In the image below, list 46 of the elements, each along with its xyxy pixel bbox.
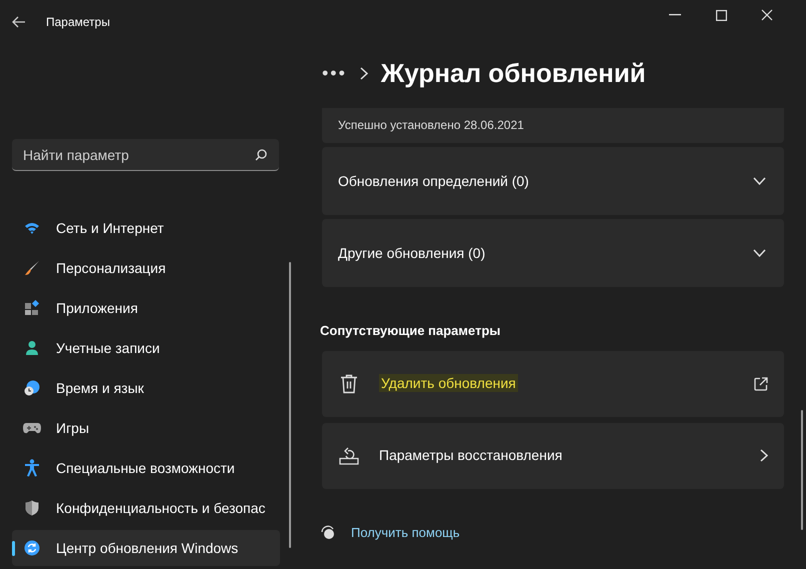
sidebar-item[interactable]: Приложения xyxy=(12,290,280,326)
link-label: Параметры восстановления xyxy=(379,446,562,462)
section-heading: Сопутствующие параметры xyxy=(320,322,502,340)
maximize-icon xyxy=(716,10,726,20)
expander-label: Обновления определений (0) xyxy=(338,172,530,191)
sidebar-item[interactable]: Игры xyxy=(12,410,280,446)
expander-card[interactable]: Обновления определений (0) xyxy=(322,147,784,215)
apps-icon xyxy=(24,300,40,316)
page-title: Журнал обновлений xyxy=(380,56,646,90)
sidebar-item[interactable]: Учетные записи xyxy=(12,330,280,366)
trash-icon xyxy=(340,374,358,394)
paintbrush-icon xyxy=(24,260,40,276)
accessibility-icon xyxy=(24,459,40,477)
close-icon xyxy=(761,9,773,21)
search-icon xyxy=(255,149,267,161)
help-link[interactable]: Получить помощь xyxy=(351,522,460,542)
expander-label: Другие обновления (0) xyxy=(338,244,486,263)
minimize-icon xyxy=(669,14,681,16)
expander-card[interactable]: Другие обновления (0) xyxy=(322,219,784,287)
chevron-icon xyxy=(760,449,768,462)
external-link-icon xyxy=(754,376,768,390)
more-button[interactable]: ••• xyxy=(322,60,347,86)
scrollbar[interactable] xyxy=(289,262,291,548)
sidebar-item[interactable]: Персонализация xyxy=(12,250,280,286)
globe-clock-icon xyxy=(24,380,40,396)
sidebar-item[interactable]: Специальные возможности xyxy=(12,450,280,486)
help-chat-icon xyxy=(320,524,336,540)
refresh-icon xyxy=(24,540,40,556)
gamepad-icon xyxy=(23,421,41,435)
scrollbar[interactable] xyxy=(801,410,803,530)
sidebar-item[interactable]: Время и язык xyxy=(12,370,280,406)
install-status: Успешно установлено 28.06.2021 xyxy=(338,117,524,134)
settings-link-card[interactable]: Удалить обновления xyxy=(322,350,784,416)
settings-link-card[interactable]: Параметры восстановления xyxy=(322,422,784,488)
shield-icon xyxy=(25,500,39,516)
window-title: Параметры xyxy=(46,14,110,31)
recovery-icon xyxy=(339,446,359,464)
person-icon xyxy=(24,340,40,356)
sidebar-item[interactable]: Сеть и Интернет xyxy=(12,210,280,246)
sidebar-item[interactable]: Конфиденциальность и безопас xyxy=(12,490,280,526)
sidebar-item[interactable]: Центр обновления Windows xyxy=(12,530,280,566)
search-field[interactable]: Найти параметр xyxy=(12,139,279,171)
link-label: Удалить обновления xyxy=(379,374,518,392)
back-arrow-icon xyxy=(12,16,26,28)
chevron-icon xyxy=(360,66,368,80)
wifi-icon xyxy=(24,222,40,234)
